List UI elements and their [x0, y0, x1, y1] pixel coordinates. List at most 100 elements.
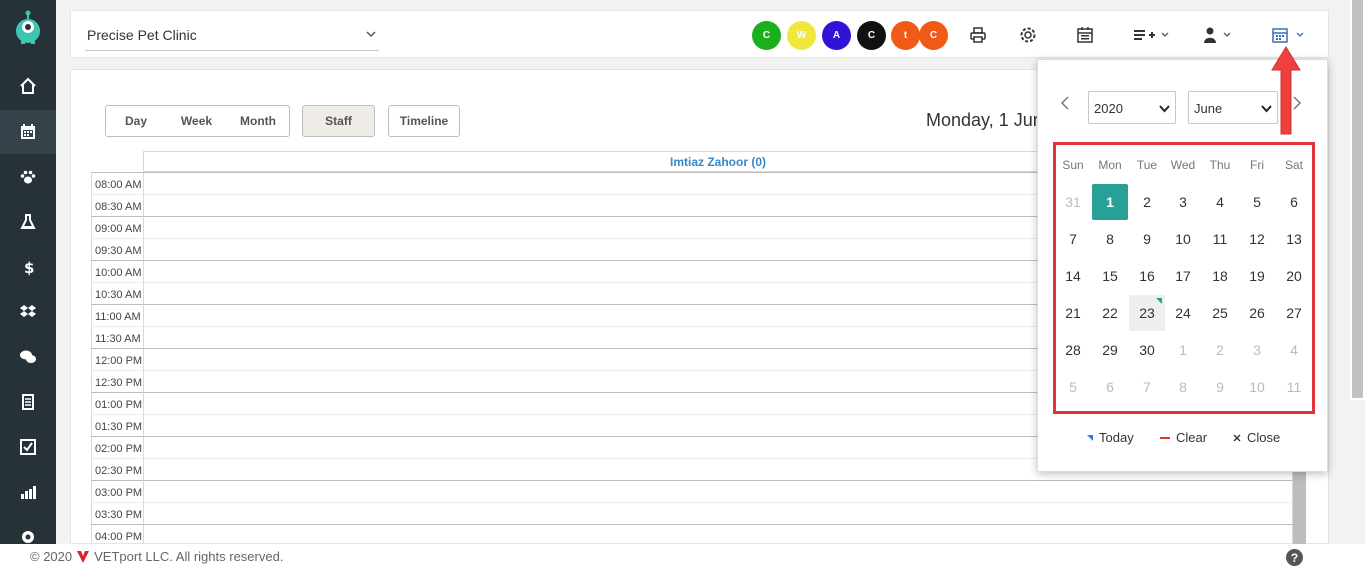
chart-icon[interactable]: [0, 470, 56, 514]
calendar-day[interactable]: 4: [1202, 184, 1238, 220]
calendar-icon[interactable]: [1272, 25, 1306, 45]
time-slot-cell[interactable]: [143, 480, 1293, 502]
weekday-label: Tue: [1136, 158, 1158, 172]
calendar-day[interactable]: 15: [1092, 258, 1128, 294]
clinic-select[interactable]: Precise Pet Clinic: [85, 19, 379, 51]
time-label: 03:00 PM: [91, 480, 143, 502]
calendar-day[interactable]: 7: [1129, 369, 1165, 405]
calendar-day[interactable]: 18: [1202, 258, 1238, 294]
calendar-day[interactable]: 17: [1165, 258, 1201, 294]
calendar-day[interactable]: 24: [1165, 295, 1201, 331]
time-label: 01:30 PM: [91, 414, 143, 436]
report-icon[interactable]: [0, 380, 56, 424]
time-label: 02:30 PM: [91, 458, 143, 480]
chat-icon[interactable]: [0, 335, 56, 379]
calendar-day[interactable]: 23: [1129, 295, 1165, 331]
calendar-day[interactable]: 31: [1055, 184, 1091, 220]
calendar-day[interactable]: 6: [1276, 184, 1312, 220]
time-slot-row: 03:00 PM: [91, 480, 1293, 502]
calendar-day[interactable]: 14: [1055, 258, 1091, 294]
top-bar: Precise Pet Clinic CWACtC: [70, 10, 1329, 58]
sidebar: $: [0, 0, 56, 570]
calendar-day[interactable]: 12: [1239, 221, 1275, 257]
calendar-day[interactable]: 19: [1239, 258, 1275, 294]
today-button[interactable]: Today: [1087, 430, 1134, 445]
page-scrollbar[interactable]: [1352, 0, 1363, 398]
calendar-day[interactable]: 9: [1202, 369, 1238, 405]
timeline-view-button[interactable]: Timeline: [388, 105, 460, 137]
time-slot-cell[interactable]: [143, 524, 1293, 545]
calendar-day[interactable]: 1: [1165, 332, 1201, 368]
dollar-icon[interactable]: $: [0, 245, 56, 289]
calendar-day[interactable]: 27: [1276, 295, 1312, 331]
calendar-day[interactable]: 5: [1055, 369, 1091, 405]
add-list-icon[interactable]: [1133, 25, 1171, 45]
copyright-year: © 2020: [30, 549, 73, 564]
time-slot-cell[interactable]: [143, 502, 1293, 524]
calendar-day[interactable]: 16: [1129, 258, 1165, 294]
staff-icon[interactable]: [1203, 25, 1233, 45]
calendar-day[interactable]: 10: [1239, 369, 1275, 405]
calendar-day[interactable]: 2: [1202, 332, 1238, 368]
weekday-label: Sat: [1284, 158, 1303, 172]
calendar-day[interactable]: 4: [1276, 332, 1312, 368]
clear-button[interactable]: Clear: [1160, 430, 1207, 445]
time-label: 12:30 PM: [91, 370, 143, 392]
previous-month-icon[interactable]: [1060, 96, 1070, 115]
calendar-view-icon[interactable]: [1076, 25, 1094, 45]
checklist-icon[interactable]: [0, 425, 56, 469]
calendar-day[interactable]: 13: [1276, 221, 1312, 257]
year-select[interactable]: 2020: [1088, 91, 1176, 124]
settings-icon[interactable]: [1019, 25, 1037, 45]
calendar-day[interactable]: 25: [1202, 295, 1238, 331]
calendar-icon[interactable]: [0, 110, 56, 154]
calendar-day[interactable]: 10: [1165, 221, 1201, 257]
status-circle[interactable]: W: [787, 21, 816, 50]
calendar-day[interactable]: 8: [1092, 221, 1128, 257]
paw-icon[interactable]: [0, 155, 56, 199]
staff-view-button[interactable]: Staff: [302, 105, 375, 137]
calendar-day[interactable]: 9: [1129, 221, 1165, 257]
status-circle[interactable]: C: [857, 21, 886, 50]
vetport-logo-icon: [77, 550, 90, 563]
calendar-day[interactable]: 7: [1055, 221, 1091, 257]
calendar-day[interactable]: 3: [1165, 184, 1201, 220]
status-circle[interactable]: A: [822, 21, 851, 50]
lab-icon[interactable]: [0, 200, 56, 244]
datepicker-footer: Today Clear Close: [1038, 430, 1329, 450]
calendar-day[interactable]: 29: [1092, 332, 1128, 368]
calendar-day[interactable]: 6: [1092, 369, 1128, 405]
day-view-button[interactable]: Day: [105, 105, 167, 137]
dropbox-icon[interactable]: [0, 290, 56, 334]
status-circle[interactable]: C: [752, 21, 781, 50]
weekday-label: Fri: [1250, 158, 1264, 172]
calendar-day[interactable]: 2: [1129, 184, 1165, 220]
clear-label: Clear: [1176, 430, 1208, 445]
month-view-button[interactable]: Month: [227, 105, 290, 137]
time-label: 11:00 AM: [91, 304, 143, 326]
week-view-button[interactable]: Week: [166, 105, 228, 137]
calendar-day[interactable]: 21: [1055, 295, 1091, 331]
calendar-day[interactable]: 3: [1239, 332, 1275, 368]
logo-icon[interactable]: [13, 10, 43, 44]
calendar-day[interactable]: 22: [1092, 295, 1128, 331]
calendar-day[interactable]: 28: [1055, 332, 1091, 368]
home-icon[interactable]: [0, 64, 56, 108]
status-circle[interactable]: C: [919, 21, 948, 50]
calendar-day[interactable]: 30: [1129, 332, 1165, 368]
close-button[interactable]: Close: [1233, 430, 1280, 445]
calendar-day[interactable]: 8: [1165, 369, 1201, 405]
calendar-day[interactable]: 11: [1202, 221, 1238, 257]
status-circle[interactable]: t: [891, 21, 920, 50]
help-icon[interactable]: ?: [1286, 549, 1303, 566]
calendar-day[interactable]: 11: [1276, 369, 1312, 405]
weekday-label: Thu: [1209, 158, 1231, 172]
calendar-day[interactable]: 5: [1239, 184, 1275, 220]
calendar-day[interactable]: 1: [1092, 184, 1128, 220]
calendar-day[interactable]: 26: [1239, 295, 1275, 331]
today-marker-icon: [1087, 434, 1093, 441]
print-icon[interactable]: [969, 25, 987, 45]
month-select[interactable]: June: [1188, 91, 1278, 124]
grid-scrollbar[interactable]: [1293, 470, 1306, 545]
calendar-day[interactable]: 20: [1276, 258, 1312, 294]
